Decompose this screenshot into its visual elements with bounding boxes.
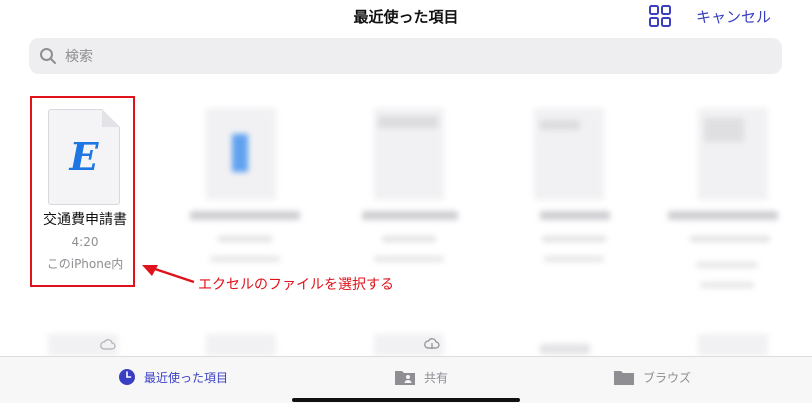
folder-icon	[614, 371, 634, 385]
clock-icon	[119, 369, 135, 385]
tab-shared[interactable]: 共有	[394, 365, 448, 389]
tab-label: ブラウズ	[643, 370, 692, 385]
blurred-file-meta	[696, 262, 758, 268]
blurred-file-meta	[700, 282, 754, 288]
cancel-button[interactable]: キャンセル	[696, 6, 771, 27]
blurred-file-meta	[382, 236, 436, 242]
navigation-bar: 最近使った項目 キャンセル	[0, 0, 812, 34]
cloud-icon	[100, 339, 116, 350]
blurred-file-meta	[218, 236, 272, 242]
annotation-text: エクセルのファイルを選択する	[198, 277, 394, 293]
blurred-file-mark	[704, 118, 744, 142]
blurred-file-mark	[378, 116, 438, 128]
tab-bar: 最近使った項目 共有 ブラウズ	[0, 356, 812, 403]
blurred-file-mark	[232, 134, 248, 172]
shared-folder-icon	[395, 371, 415, 385]
blurred-file-meta	[690, 236, 770, 242]
blurred-file-thumbnail[interactable]	[698, 334, 768, 356]
blurred-file-meta	[210, 256, 280, 262]
magnifier-icon	[40, 48, 56, 64]
blurred-file-name	[190, 211, 300, 220]
tab-label: 共有	[424, 370, 449, 385]
search-bar[interactable]	[29, 38, 782, 74]
blurred-file-mark	[540, 344, 590, 354]
blurred-file-meta	[542, 236, 606, 242]
blurred-file-meta	[374, 256, 444, 262]
blurred-file-meta	[544, 256, 604, 262]
blurred-file-name	[362, 211, 458, 220]
blurred-file-name	[540, 211, 610, 220]
blurred-file-thumbnail[interactable]	[206, 334, 276, 356]
tab-recents[interactable]: 最近使った項目	[118, 365, 228, 389]
cloud-download-icon	[424, 338, 440, 349]
grid-view-icon[interactable]	[648, 4, 672, 28]
tab-browse[interactable]: ブラウズ	[613, 365, 691, 389]
blurred-file-name	[668, 211, 778, 220]
tab-label: 最近使った項目	[144, 370, 229, 385]
selection-highlight-box	[30, 96, 135, 287]
search-input[interactable]	[63, 45, 767, 69]
page-title: 最近使った項目	[353, 8, 459, 26]
blurred-file-mark	[540, 120, 580, 130]
home-indicator	[292, 398, 520, 402]
